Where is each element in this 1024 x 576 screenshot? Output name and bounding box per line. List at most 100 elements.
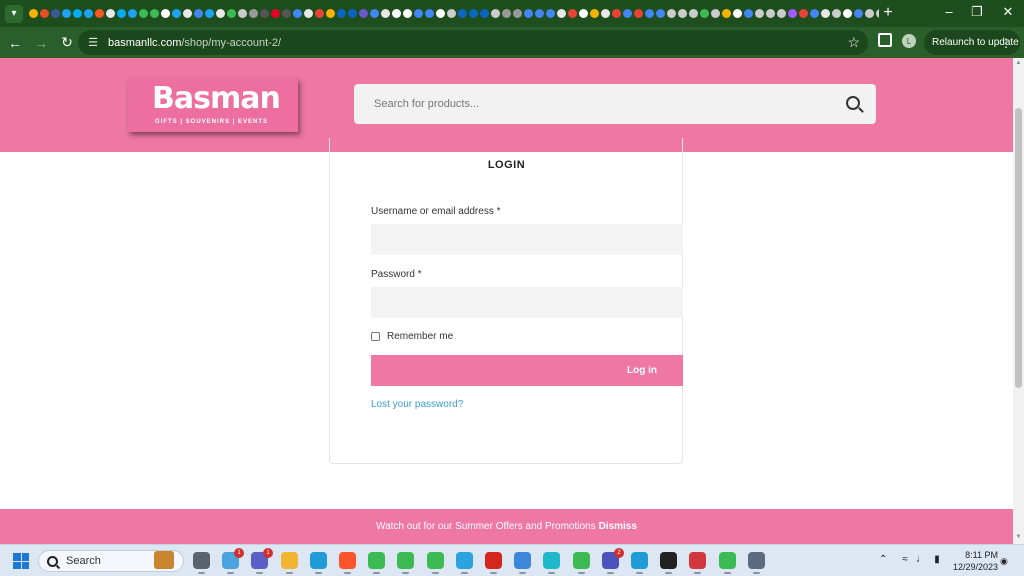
pinned-tab-favicon-icon[interactable]: [821, 9, 830, 18]
pinned-tab-favicon-icon[interactable]: [535, 9, 544, 18]
pinned-tab-favicon-icon[interactable]: [194, 9, 203, 18]
new-tab-button[interactable]: +: [880, 4, 896, 22]
maximize-icon[interactable]: ❐: [967, 4, 987, 20]
pinned-tab-favicon-icon[interactable]: [227, 9, 236, 18]
bookmark-star-icon[interactable]: ☆: [847, 34, 860, 51]
chrome-2-icon[interactable]: [397, 552, 414, 574]
pinned-tab-favicon-icon[interactable]: [293, 9, 302, 18]
pinned-tab-favicon-icon[interactable]: [117, 9, 126, 18]
edge-icon[interactable]: [310, 552, 327, 574]
pinned-tab-favicon-icon[interactable]: [865, 9, 874, 18]
url-text[interactable]: basmanllc.com/shop/my-account-2/: [108, 37, 281, 49]
start-button[interactable]: [13, 553, 29, 569]
pinned-tab-favicon-icon[interactable]: [337, 9, 346, 18]
pinned-tab-favicon-icon[interactable]: [546, 9, 555, 18]
pinned-tab-favicon-icon[interactable]: [524, 9, 533, 18]
login-button[interactable]: Log in: [371, 355, 683, 386]
pinned-tab-favicon-icon[interactable]: [876, 9, 879, 18]
pinned-tab-favicon-icon[interactable]: [271, 9, 280, 18]
telegram-icon[interactable]: [456, 552, 473, 574]
username-field[interactable]: [371, 224, 683, 255]
search-icon[interactable]: [846, 96, 860, 110]
pinned-tab-favicon-icon[interactable]: [579, 9, 588, 18]
pinned-tab-favicon-icon[interactable]: [480, 9, 489, 18]
pinned-tab-favicon-icon[interactable]: [601, 9, 610, 18]
pinned-tab-favicon-icon[interactable]: [689, 9, 698, 18]
pinned-tab-favicon-icon[interactable]: [238, 9, 247, 18]
pinned-tab-favicon-icon[interactable]: [29, 9, 38, 18]
pinned-tab-favicon-icon[interactable]: [95, 9, 104, 18]
pinned-tab-favicon-icon[interactable]: [755, 9, 764, 18]
pinned-tab-favicon-icon[interactable]: [436, 9, 445, 18]
relaunch-button[interactable]: Relaunch to update ⋮: [924, 30, 1020, 55]
pinned-tab-favicon-icon[interactable]: [678, 9, 687, 18]
chrome-1-icon[interactable]: [368, 552, 385, 574]
teams-2-icon[interactable]: 2: [602, 548, 624, 574]
password-field[interactable]: [371, 287, 683, 318]
pinned-tab-favicon-icon[interactable]: [722, 9, 731, 18]
pinned-tab-favicon-icon[interactable]: [106, 9, 115, 18]
pinned-tab-favicon-icon[interactable]: [326, 9, 335, 18]
pinned-tab-favicon-icon[interactable]: [656, 9, 665, 18]
pinned-tab-favicon-icon[interactable]: [854, 9, 863, 18]
pinned-tab-favicon-icon[interactable]: [128, 9, 137, 18]
pinned-tab-favicon-icon[interactable]: [183, 9, 192, 18]
address-bar[interactable]: ☰ basmanllc.com/shop/my-account-2/ ☆: [78, 30, 868, 55]
pinned-tab-favicon-icon[interactable]: [414, 9, 423, 18]
volume-icon[interactable]: ♩: [915, 554, 927, 566]
github-icon[interactable]: [660, 552, 677, 574]
pinned-tab-favicon-icon[interactable]: [161, 9, 170, 18]
pinned-tab-favicon-icon[interactable]: [491, 9, 500, 18]
pinned-tab-favicon-icon[interactable]: [810, 9, 819, 18]
pinned-tab-favicon-icon[interactable]: [348, 9, 357, 18]
tray-chevron-icon[interactable]: ⌃: [879, 554, 887, 565]
brave-icon[interactable]: [339, 552, 356, 574]
pinned-tab-favicon-icon[interactable]: [315, 9, 324, 18]
pinned-tab-favicon-icon[interactable]: [425, 9, 434, 18]
pinned-tab-favicon-icon[interactable]: [744, 9, 753, 18]
widgets-icon[interactable]: [154, 551, 174, 569]
pinned-tab-favicon-icon[interactable]: [370, 9, 379, 18]
pinned-tab-favicon-icon[interactable]: [612, 9, 621, 18]
system-clock[interactable]: 8:11 PM 12/29/2023: [946, 549, 998, 573]
pinned-tab-favicon-icon[interactable]: [304, 9, 313, 18]
pinned-tab-favicon-icon[interactable]: [733, 9, 742, 18]
pinned-tab-favicon-icon[interactable]: [700, 9, 709, 18]
pinned-tab-favicon-icon[interactable]: [777, 9, 786, 18]
pinned-tab-favicon-icon[interactable]: [667, 9, 676, 18]
wifi-icon[interactable]: ≈: [899, 554, 911, 566]
battery-icon[interactable]: ▮: [931, 554, 943, 566]
pinned-tab-favicon-icon[interactable]: [392, 9, 401, 18]
scroll-thumb[interactable]: [1015, 108, 1022, 388]
pinned-tab-favicon-icon[interactable]: [205, 9, 214, 18]
back-icon[interactable]: ←: [4, 32, 26, 54]
lost-password-link[interactable]: Lost your password?: [371, 399, 463, 410]
pinned-tab-favicon-icon[interactable]: [590, 9, 599, 18]
pinned-tab-favicon-icon[interactable]: [403, 9, 412, 18]
pinned-tab-favicon-icon[interactable]: [623, 9, 632, 18]
pinned-tab-favicon-icon[interactable]: [249, 9, 258, 18]
side-panel-icon[interactable]: [878, 33, 892, 47]
pinned-tab-favicon-icon[interactable]: [645, 9, 654, 18]
pinned-tab-favicon-icon[interactable]: [788, 9, 797, 18]
pinned-tab-favicon-icon[interactable]: [843, 9, 852, 18]
search-input[interactable]: [374, 94, 834, 114]
notification-bell-icon[interactable]: ◉: [1000, 556, 1010, 566]
remember-me-checkbox[interactable]: [371, 332, 380, 341]
dismiss-link[interactable]: Dismiss: [599, 521, 637, 532]
chrome-4-icon[interactable]: [573, 552, 590, 574]
cloud-icon[interactable]: 1: [222, 548, 244, 574]
pinned-tab-favicon-icon[interactable]: [634, 9, 643, 18]
pinned-tab-favicon-icon[interactable]: [172, 9, 181, 18]
menu-dots-icon[interactable]: ⋮: [1000, 36, 1012, 50]
pinned-tab-favicon-icon[interactable]: [139, 9, 148, 18]
scroll-up-icon[interactable]: ▲: [1015, 60, 1022, 68]
scroll-down-icon[interactable]: ▼: [1015, 534, 1022, 542]
file-explorer-icon[interactable]: [281, 552, 298, 574]
notepad-icon[interactable]: [514, 552, 531, 574]
edge-2-icon[interactable]: [631, 552, 648, 574]
page-scrollbar[interactable]: ▲ ▼: [1013, 58, 1024, 544]
pinned-tab-favicon-icon[interactable]: [447, 9, 456, 18]
tab-search-icon[interactable]: ▾: [5, 4, 23, 23]
pinned-tab-favicon-icon[interactable]: [150, 9, 159, 18]
